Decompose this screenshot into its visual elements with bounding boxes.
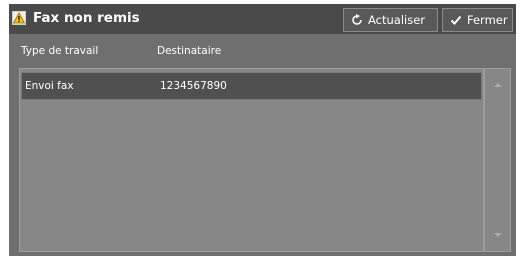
table-header: Type de travail Destinataire (9, 42, 516, 62)
column-header-recipient: Destinataire (157, 45, 222, 57)
warning-icon (12, 11, 26, 25)
scroll-up-button[interactable] (485, 73, 510, 97)
refresh-button-label: Actualiser (368, 13, 426, 27)
close-button[interactable]: Fermer (442, 8, 513, 32)
column-header-job-type: Type de travail (21, 45, 99, 57)
close-button-label: Fermer (467, 13, 508, 27)
title-bar: Fax non remis Actualiser Fermer (9, 4, 516, 34)
undelivered-fax-dialog: Fax non remis Actualiser Fermer Type de … (9, 4, 516, 256)
job-list: Envoi fax 1234567890 (19, 68, 484, 252)
table-row[interactable]: Envoi fax 1234567890 (21, 72, 482, 100)
recipient-cell: 1234567890 (160, 80, 227, 92)
refresh-icon (352, 14, 362, 25)
refresh-button[interactable]: Actualiser (343, 8, 438, 32)
scroll-down-button[interactable] (485, 223, 510, 247)
checkmark-icon (450, 15, 462, 25)
scrollbar[interactable] (484, 68, 511, 252)
chevron-down-icon (493, 233, 502, 237)
job-type-cell: Envoi fax (25, 80, 74, 92)
chevron-up-icon (493, 83, 502, 87)
dialog-title: Fax non remis (33, 10, 140, 26)
